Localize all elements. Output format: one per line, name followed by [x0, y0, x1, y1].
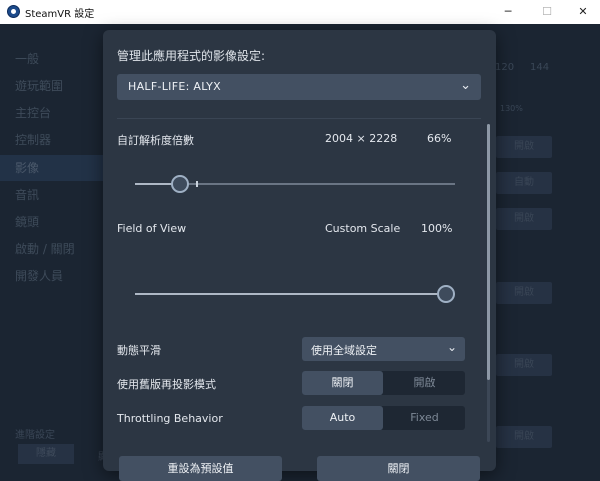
refresh-rate-144: 144	[530, 62, 550, 73]
reset-to-default-button[interactable]: 重設為預設值	[119, 456, 282, 481]
game-select-value: HALF-LIFE: ALYX	[128, 80, 222, 93]
motion-smoothing-select[interactable]: 使用全域設定 ⌄	[302, 337, 465, 361]
legacy-reprojection-toggle: 關閉 開啟	[302, 371, 465, 395]
maximize-button[interactable]: ☐	[527, 0, 567, 24]
close-dialog-button[interactable]: 關閉	[317, 456, 480, 481]
fov-mode: Custom Scale	[325, 222, 401, 235]
sidebar-item-startup-shutdown[interactable]: 啟動 / 關閉	[0, 236, 106, 262]
divider	[117, 118, 481, 119]
dialog-title: 管理此應用程式的影像設定:	[117, 49, 266, 63]
sidebar-item-video[interactable]: 影像	[0, 155, 106, 181]
throttling-toggle: Auto Fixed	[302, 406, 465, 430]
resolution-scale-label: 自訂解析度倍數	[117, 134, 194, 147]
resolution-dimensions: 2004 × 2228	[325, 132, 398, 145]
legacy-reprojection-off[interactable]: 關閉	[302, 371, 383, 395]
resolution-percent: 66%	[427, 132, 452, 145]
motion-smoothing-label: 動態平滑	[117, 344, 161, 357]
refresh-rate-120: 120	[495, 62, 515, 73]
throttling-label: Throttling Behavior	[117, 412, 223, 425]
steamvr-logo-icon	[7, 5, 20, 18]
advanced-hide-button[interactable]: 隱藏	[18, 444, 74, 464]
bg-toggle-2: 自動	[496, 172, 552, 194]
resolution-recommended-marker	[195, 181, 198, 187]
game-select[interactable]: HALF-LIFE: ALYX ⌄	[117, 74, 481, 100]
window-title: SteamVR 設定	[25, 9, 95, 20]
resolution-slider-knob[interactable]	[171, 175, 190, 193]
sidebar-item-play-area[interactable]: 遊玩範圍	[0, 73, 106, 99]
sidebar-item-audio[interactable]: 音訊	[0, 182, 106, 208]
per-app-video-dialog: 管理此應用程式的影像設定: HALF-LIFE: ALYX ⌄ 自訂解析度倍數 …	[103, 30, 496, 481]
sidebar-item-general[interactable]: 一般	[0, 46, 106, 72]
bg-toggle-4: 開啟	[496, 282, 552, 304]
throttling-fixed[interactable]: Fixed	[384, 406, 465, 430]
minimize-button[interactable]: ─	[488, 0, 528, 24]
scrollbar-thumb[interactable]	[487, 124, 490, 380]
title-bar: SteamVR 設定 ─ ☐ ✕	[0, 0, 600, 24]
motion-smoothing-value: 使用全域設定	[311, 344, 377, 357]
advanced-settings-label: 進階設定	[15, 430, 55, 441]
sidebar-item-dashboard[interactable]: 主控台	[0, 100, 106, 126]
fov-label: Field of View	[117, 222, 187, 235]
legacy-reprojection-label: 使用舊版再投影模式	[117, 378, 216, 391]
sidebar: 一般 遊玩範圍 主控台 控制器 影像 音訊 鏡頭 啟動 / 關閉 開發人員 進階…	[0, 24, 108, 481]
throttling-auto[interactable]: Auto	[302, 406, 383, 430]
bg-toggle-1: 開啟	[496, 136, 552, 158]
fov-slider[interactable]	[135, 284, 455, 304]
sidebar-item-developer[interactable]: 開發人員	[0, 263, 106, 289]
sidebar-item-camera[interactable]: 鏡頭	[0, 209, 106, 235]
chevron-down-icon: ⌄	[460, 78, 471, 93]
bg-toggle-6: 開啟	[496, 426, 552, 448]
legacy-reprojection-on[interactable]: 開啟	[384, 371, 465, 395]
fov-slider-knob[interactable]	[437, 285, 455, 303]
chevron-down-icon: ⌄	[446, 340, 457, 354]
resolution-percent-bg: 130%	[500, 104, 523, 113]
close-window-button[interactable]: ✕	[563, 0, 600, 24]
settings-app: 一般 遊玩範圍 主控台 控制器 影像 音訊 鏡頭 啟動 / 關閉 開發人員 進階…	[0, 24, 600, 481]
fov-percent: 100%	[421, 222, 453, 235]
bg-toggle-5: 開啟	[496, 354, 552, 376]
resolution-slider[interactable]	[135, 174, 455, 194]
bg-toggle-3: 開啟	[496, 208, 552, 230]
fov-slider-fill	[135, 293, 446, 295]
sidebar-item-controllers[interactable]: 控制器	[0, 127, 106, 153]
